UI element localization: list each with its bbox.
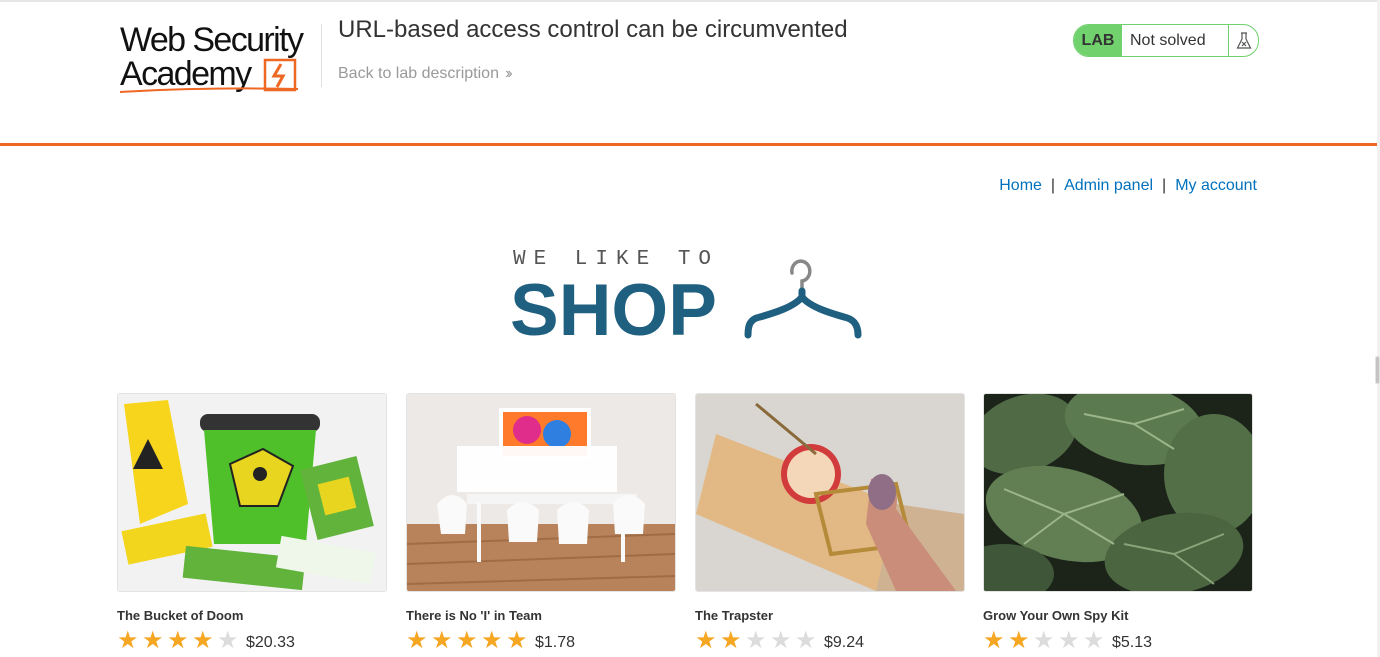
product-price: $1.78 bbox=[535, 634, 576, 651]
product-name: The Trapster bbox=[695, 608, 774, 623]
lab-status-text: Not solved bbox=[1130, 31, 1206, 49]
star-icon: ★ bbox=[1083, 627, 1105, 654]
window-top-border bbox=[0, 0, 1380, 2]
star-icon: ★ bbox=[983, 627, 1005, 654]
product-price: $20.33 bbox=[246, 634, 295, 651]
nav-my-account-link[interactable]: My account bbox=[1175, 177, 1257, 194]
star-icon: ★ bbox=[795, 627, 817, 654]
star-icon: ★ bbox=[217, 627, 239, 654]
nav-admin-panel-link[interactable]: Admin panel bbox=[1064, 177, 1153, 194]
nav-separator: | bbox=[1050, 177, 1056, 194]
lab-title: URL-based access control can be circumve… bbox=[338, 16, 848, 43]
web-security-academy-logo[interactable]: Web Security Academy bbox=[118, 20, 322, 96]
product-price: $5.13 bbox=[1112, 634, 1153, 651]
product-image[interactable] bbox=[695, 393, 965, 592]
banner-tagline: WE LIKE TO bbox=[513, 248, 720, 271]
top-nav: Home | Admin panel | My account bbox=[999, 177, 1257, 195]
lab-status-widget: LAB Not solved bbox=[1073, 24, 1259, 57]
nav-separator: | bbox=[1162, 177, 1167, 194]
product-image[interactable] bbox=[117, 393, 387, 592]
star-icon: ★ bbox=[506, 627, 528, 654]
product-price: $9.24 bbox=[824, 634, 865, 651]
star-icon: ★ bbox=[167, 627, 189, 654]
header-accent-bar bbox=[0, 143, 1377, 146]
star-icon: ★ bbox=[745, 627, 767, 654]
flask-icon bbox=[1228, 25, 1258, 56]
nav-home-link[interactable]: Home bbox=[999, 177, 1042, 194]
star-icon: ★ bbox=[770, 627, 792, 654]
star-icon: ★ bbox=[142, 627, 164, 654]
logo-line-1: Web Security bbox=[120, 21, 304, 59]
team-sign-image bbox=[407, 394, 675, 591]
product-card[interactable]: Grow Your Own Spy Kit ★ ★ ★ ★ ★ $5.13 bbox=[983, 393, 1253, 653]
bucket-of-doom-image bbox=[118, 394, 386, 591]
star-icon: ★ bbox=[406, 627, 428, 654]
product-rating: ★ ★ ★ ★ ★ $20.33 bbox=[117, 629, 387, 653]
logo-underline-icon bbox=[119, 87, 299, 93]
star-icon: ★ bbox=[117, 627, 139, 654]
product-card[interactable]: There is No 'I' in Team ★ ★ ★ ★ ★ $1.78 bbox=[406, 393, 676, 653]
product-name: There is No 'I' in Team bbox=[406, 608, 542, 623]
star-icon: ★ bbox=[1008, 627, 1030, 654]
hanger-icon bbox=[744, 259, 862, 339]
back-link-label: Back to lab description bbox=[338, 65, 499, 82]
back-to-lab-description-link[interactable]: Back to lab description ›› bbox=[338, 65, 512, 83]
lab-badge: LAB bbox=[1074, 25, 1122, 56]
product-name: The Bucket of Doom bbox=[117, 608, 244, 623]
star-icon: ★ bbox=[695, 627, 717, 654]
star-icon: ★ bbox=[431, 627, 453, 654]
product-rating: ★ ★ ★ ★ ★ $9.24 bbox=[695, 629, 965, 653]
scrollbar-thumb[interactable] bbox=[1375, 356, 1380, 384]
star-icon: ★ bbox=[481, 627, 503, 654]
star-icon: ★ bbox=[456, 627, 478, 654]
product-image[interactable] bbox=[406, 393, 676, 592]
star-icon: ★ bbox=[1058, 627, 1080, 654]
mousetrap-image bbox=[696, 394, 964, 591]
header-divider bbox=[321, 24, 322, 87]
star-icon: ★ bbox=[192, 627, 214, 654]
product-card[interactable]: The Bucket of Doom ★ ★ ★ ★ ★ $20.33 bbox=[117, 393, 387, 653]
shop-banner: WE LIKE TO SHOP bbox=[510, 245, 870, 351]
double-chevron-right-icon: ›› bbox=[504, 65, 512, 82]
star-icon: ★ bbox=[1033, 627, 1055, 654]
plant-leaves-image bbox=[984, 394, 1252, 591]
product-rating: ★ ★ ★ ★ ★ $1.78 bbox=[406, 629, 676, 653]
banner-title: SHOP bbox=[510, 270, 717, 351]
product-rating: ★ ★ ★ ★ ★ $5.13 bbox=[983, 629, 1253, 653]
star-icon: ★ bbox=[720, 627, 742, 654]
product-image[interactable] bbox=[983, 393, 1253, 592]
product-name: Grow Your Own Spy Kit bbox=[983, 608, 1129, 623]
product-card[interactable]: The Trapster ★ ★ ★ ★ ★ $9.24 bbox=[695, 393, 965, 653]
